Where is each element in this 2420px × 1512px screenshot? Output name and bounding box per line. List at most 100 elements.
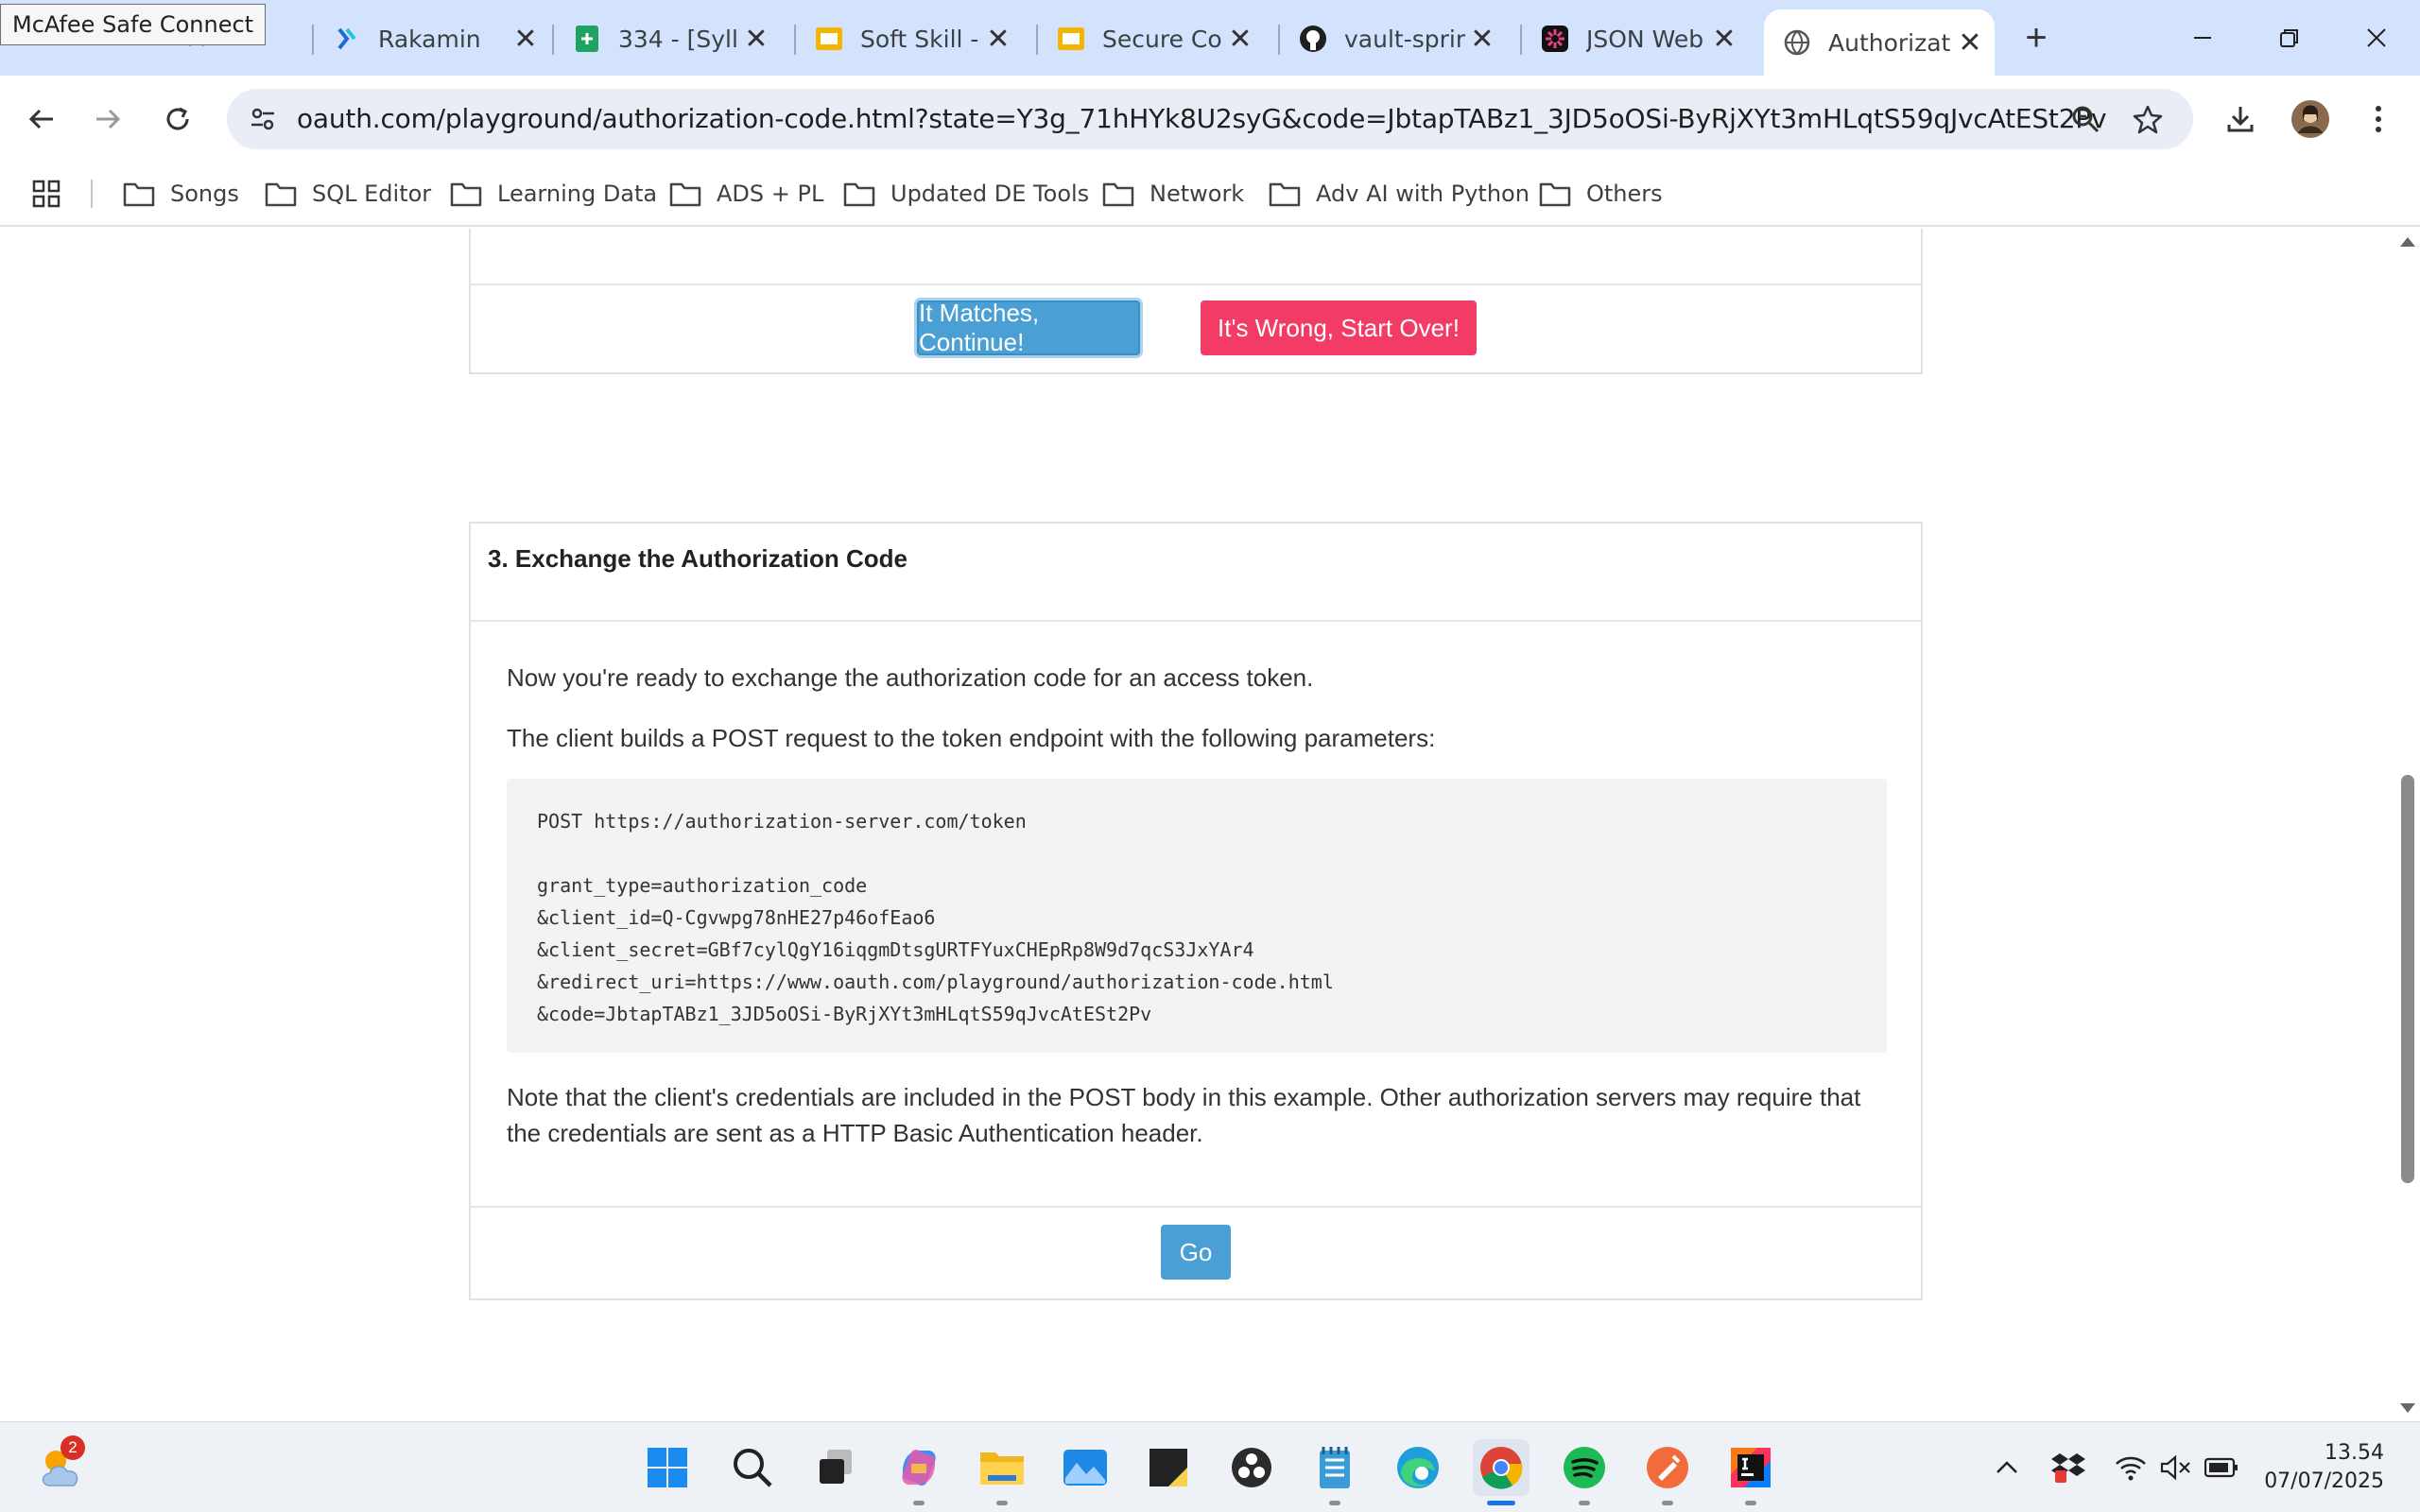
- bookmark-label: Songs: [170, 180, 239, 207]
- bookmark-ads-pl[interactable]: ADS + PL: [669, 172, 823, 215]
- address-bar[interactable]: oauth.com/playground/authorization-code.…: [227, 89, 2193, 149]
- reload-button[interactable]: [151, 93, 204, 146]
- github-icon: [1299, 25, 1327, 53]
- restore-button[interactable]: [2263, 11, 2316, 64]
- bookmark-updated-de-tools[interactable]: Updated DE Tools: [843, 172, 1089, 215]
- back-button[interactable]: [15, 93, 68, 146]
- chevron-up-icon[interactable]: [1993, 1447, 2021, 1488]
- weather-icon[interactable]: 2: [34, 1435, 91, 1496]
- bookmark-learning-data[interactable]: Learning Data: [450, 172, 657, 215]
- tooltip: McAfee Safe Connect: [0, 4, 267, 45]
- wifi-icon[interactable]: [2110, 1447, 2152, 1488]
- close-icon[interactable]: ✕: [1707, 22, 1741, 56]
- tab-title: Authorizat: [1828, 28, 1951, 57]
- close-icon[interactable]: ✕: [509, 22, 543, 56]
- tab-json-web[interactable]: JSON Web ✕: [1541, 9, 1741, 68]
- url-text[interactable]: oauth.com/playground/authorization-code.…: [297, 89, 2107, 149]
- search-icon[interactable]: [724, 1439, 781, 1496]
- scrollbar-thumb[interactable]: [2401, 775, 2414, 1183]
- close-icon[interactable]: ✕: [1223, 22, 1257, 56]
- rakamin-icon: [333, 25, 361, 53]
- scroll-up-icon: [2400, 237, 2415, 247]
- system-clock[interactable]: 13.54 07/07/2025: [2264, 1439, 2384, 1496]
- zoom-icon[interactable]: [2063, 96, 2108, 142]
- star-icon[interactable]: [2125, 96, 2170, 142]
- tab-title: Secure Coc: [1102, 25, 1223, 53]
- verify-panel: It Matches, Continue! It's Wrong, Start …: [469, 229, 1923, 374]
- folder-icon: [843, 182, 875, 207]
- clock-date: 07/07/2025: [2264, 1469, 2384, 1493]
- folder-icon: [123, 182, 155, 207]
- close-icon[interactable]: ✕: [1465, 22, 1499, 56]
- battery-icon[interactable]: [2201, 1447, 2242, 1488]
- bookmark-sql-editor[interactable]: SQL Editor: [265, 172, 431, 215]
- bookmarks-bar: Songs SQL Editor Learning Data ADS + PL …: [0, 163, 2420, 227]
- folder-icon: [1269, 182, 1301, 207]
- bookmark-songs[interactable]: Songs: [123, 172, 239, 215]
- go-button[interactable]: Go: [1161, 1225, 1231, 1280]
- browser-toolbar: oauth.com/playground/authorization-code.…: [0, 76, 2420, 163]
- tab-secure-coding[interactable]: Secure Coc ✕: [1057, 9, 1257, 68]
- apps-icon[interactable]: [32, 172, 76, 215]
- site-info-icon[interactable]: [240, 96, 285, 142]
- tab-title: Soft Skill -: [860, 25, 979, 53]
- dropbox-icon[interactable]: [2048, 1447, 2089, 1488]
- bookmark-label: Adv AI with Python: [1316, 180, 1530, 207]
- chrome-icon[interactable]: [1473, 1439, 1530, 1505]
- note-text: Note that the client's credentials are i…: [507, 1083, 1861, 1147]
- intro-text: Now you're ready to exchange the authori…: [507, 663, 1314, 692]
- close-window-button[interactable]: [2350, 11, 2403, 64]
- postman-icon[interactable]: [1639, 1439, 1696, 1505]
- post-request-code: POST https://authorization-server.com/to…: [507, 779, 1887, 1053]
- copilot-icon[interactable]: [890, 1439, 947, 1505]
- bookmark-adv-ai-python[interactable]: Adv AI with Python: [1269, 172, 1530, 215]
- folder-icon: [1539, 182, 1571, 207]
- tab-title: 334 - [Sylla: [618, 25, 739, 53]
- folder-icon: [669, 182, 701, 207]
- file-explorer-icon[interactable]: [974, 1439, 1030, 1505]
- bookmark-label: SQL Editor: [312, 180, 432, 207]
- page-scrollbar[interactable]: [2394, 229, 2420, 1421]
- new-tab-button[interactable]: +: [2012, 13, 2061, 62]
- bookmark-label: Network: [1150, 180, 1245, 207]
- tab-title: JSON Web: [1586, 25, 1704, 53]
- edge-icon[interactable]: [1390, 1439, 1446, 1496]
- avatar[interactable]: [2284, 93, 2337, 146]
- bookmark-label: Learning Data: [497, 180, 658, 207]
- menu-button[interactable]: [2352, 93, 2405, 146]
- intellij-icon[interactable]: [1722, 1439, 1779, 1505]
- spotify-icon[interactable]: [1556, 1439, 1613, 1505]
- tab-title: vault-sprin: [1344, 25, 1465, 53]
- tab-syllabus[interactable]: 334 - [Sylla ✕: [573, 9, 773, 68]
- notepad-icon[interactable]: [1306, 1439, 1363, 1505]
- obs-icon[interactable]: [1223, 1439, 1280, 1496]
- it-matches-button[interactable]: It Matches, Continue!: [917, 299, 1140, 356]
- bookmark-network[interactable]: Network: [1102, 172, 1244, 215]
- forward-button[interactable]: [81, 93, 134, 146]
- download-button[interactable]: [2214, 93, 2267, 146]
- close-icon[interactable]: ✕: [1953, 26, 1987, 60]
- sticky-notes-icon[interactable]: [1140, 1439, 1197, 1496]
- folder-icon: [450, 182, 482, 207]
- tab-soft-skill[interactable]: Soft Skill - ✕: [815, 9, 1015, 68]
- bookmark-others[interactable]: Others: [1539, 172, 1663, 215]
- taskbar: 2 13.54 07/07/2025: [0, 1421, 2420, 1512]
- tab-authorization[interactable]: Authorizat ✕: [1764, 9, 1995, 76]
- task-view-icon[interactable]: [807, 1439, 864, 1496]
- photos-icon[interactable]: [1057, 1439, 1114, 1496]
- section-title: 3. Exchange the Authorization Code: [488, 544, 908, 573]
- description-text: The client builds a POST request to the …: [507, 724, 1436, 752]
- close-icon[interactable]: ✕: [739, 22, 773, 56]
- start-over-button[interactable]: It's Wrong, Start Over!: [1201, 301, 1477, 355]
- tab-vault-spring[interactable]: vault-sprin ✕: [1299, 9, 1499, 68]
- start-icon[interactable]: [639, 1439, 696, 1496]
- volume-muted-icon[interactable]: [2155, 1447, 2197, 1488]
- close-icon[interactable]: ✕: [981, 22, 1015, 56]
- folder-icon: [1102, 182, 1134, 207]
- page-viewport: It Matches, Continue! It's Wrong, Start …: [0, 229, 2420, 1421]
- notification-badge: 2: [60, 1435, 85, 1460]
- minimize-button[interactable]: [2176, 11, 2229, 64]
- bookmark-label: Updated DE Tools: [890, 180, 1090, 207]
- globe-icon: [1783, 28, 1811, 57]
- tab-rakamin[interactable]: Rakamin ✕: [333, 9, 543, 68]
